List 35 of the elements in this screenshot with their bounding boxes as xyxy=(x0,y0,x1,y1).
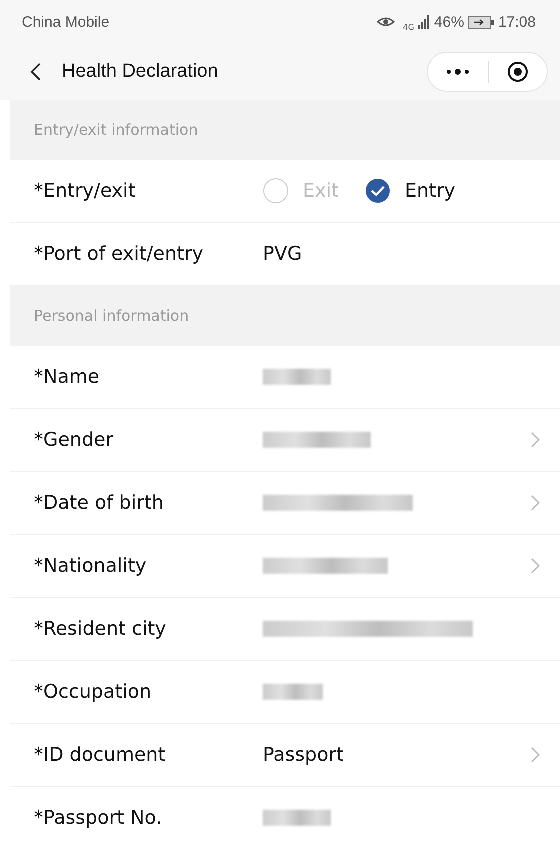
radio-icon[interactable] xyxy=(263,178,289,204)
field-label: *Gender xyxy=(34,429,115,451)
field-label: *Port of exit/entry xyxy=(34,243,205,265)
chevron-icon[interactable] xyxy=(531,558,540,574)
close-icon[interactable] xyxy=(507,61,529,83)
battery-icon xyxy=(468,16,494,28)
battery-percent: 46% xyxy=(434,14,464,30)
field-label: *Occupation xyxy=(34,681,152,703)
radio-icon[interactable] xyxy=(364,178,391,204)
field-value: PVG xyxy=(263,243,302,265)
field-label: *Nationality xyxy=(34,555,148,577)
chevron-icon[interactable] xyxy=(531,432,540,448)
network-label: 4G xyxy=(403,22,414,32)
field-label: *Resident city xyxy=(34,618,168,640)
clock: 17:08 xyxy=(498,14,536,30)
field-label: *Name xyxy=(34,366,101,388)
chevron-icon[interactable] xyxy=(531,495,540,511)
field-label: *ID document xyxy=(34,744,167,766)
field-label: *Date of birth xyxy=(34,492,165,514)
section-header: Personal information xyxy=(10,286,560,346)
carrier-name: China Mobile xyxy=(22,14,110,30)
signal-icon xyxy=(418,15,430,29)
redacted-value xyxy=(263,369,331,385)
chevron-icon[interactable] xyxy=(531,747,540,763)
page-title: Health Declaration xyxy=(62,61,220,83)
more-icon[interactable] xyxy=(446,68,470,76)
radio-option[interactable]: Entry xyxy=(364,178,456,204)
redacted-value xyxy=(263,684,323,700)
field-value: Passport xyxy=(263,744,344,766)
redacted-value xyxy=(263,810,331,826)
eye-icon xyxy=(377,16,396,28)
section-header: Entry/exit information xyxy=(10,100,560,160)
back-icon[interactable] xyxy=(30,62,42,82)
field-label: *Entry/exit xyxy=(34,180,137,202)
field-label: *Passport No. xyxy=(34,807,164,829)
